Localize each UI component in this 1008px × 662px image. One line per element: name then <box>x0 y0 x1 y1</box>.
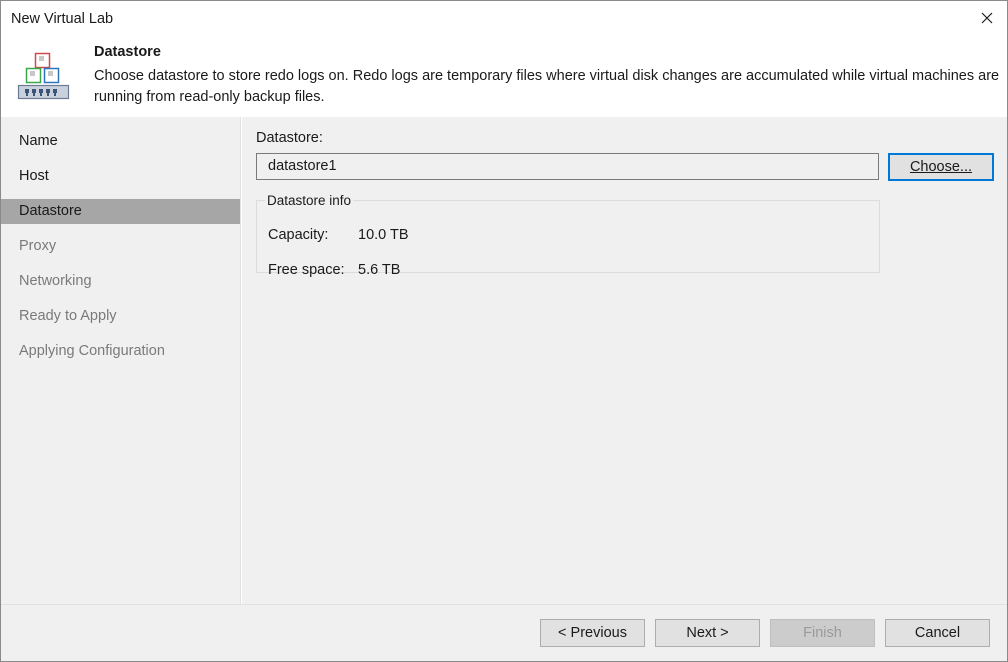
wizard-steps-sidebar: Name Host Datastore Proxy Networking Rea… <box>1 117 241 604</box>
step-title: Datastore <box>94 44 161 60</box>
step-host[interactable]: Host <box>1 159 240 194</box>
step-datastore[interactable]: Datastore <box>1 199 240 224</box>
close-icon[interactable] <box>979 10 995 26</box>
virtual-lab-icon <box>17 51 71 103</box>
wizard-window: New Virtual Lab Datastore Choose datasto… <box>0 0 1008 662</box>
step-proxy: Proxy <box>19 238 57 254</box>
window-title: New Virtual Lab <box>11 11 114 27</box>
free-space-value: 5.6 TB <box>358 262 401 278</box>
choose-datastore-button[interactable]: Choose... <box>888 153 994 181</box>
capacity-label: Capacity: <box>268 227 329 243</box>
datastore-label: Datastore: <box>256 130 323 146</box>
step-description: Choose datastore to store redo logs on. … <box>94 68 1000 105</box>
cancel-button[interactable]: Cancel <box>885 619 990 647</box>
next-button[interactable]: Next > <box>655 619 760 647</box>
wizard-header: Datastore Choose datastore to store redo… <box>1 39 1007 117</box>
step-networking: Networking <box>19 273 92 289</box>
datastore-info-label: Datastore info <box>267 193 352 208</box>
title-bar: New Virtual Lab <box>1 1 1007 39</box>
step-ready-to-apply: Ready to Apply <box>19 308 117 324</box>
finish-button: Finish <box>770 619 875 647</box>
free-space-label: Free space: <box>268 262 345 278</box>
choose-button-label: Choose... <box>909 159 973 175</box>
wizard-footer: < Previous Next > Finish Cancel <box>1 604 1007 661</box>
step-name[interactable]: Name <box>1 124 240 159</box>
previous-button[interactable]: < Previous <box>540 619 645 647</box>
step-applying-configuration: Applying Configuration <box>19 343 165 359</box>
datastore-info-group: Datastore info Capacity: 10.0 TB Free sp… <box>256 193 880 278</box>
capacity-value: 10.0 TB <box>358 227 409 243</box>
step-content-panel: Datastore: datastore1 Choose... Datastor… <box>242 117 1007 604</box>
datastore-field: datastore1 <box>256 153 879 180</box>
